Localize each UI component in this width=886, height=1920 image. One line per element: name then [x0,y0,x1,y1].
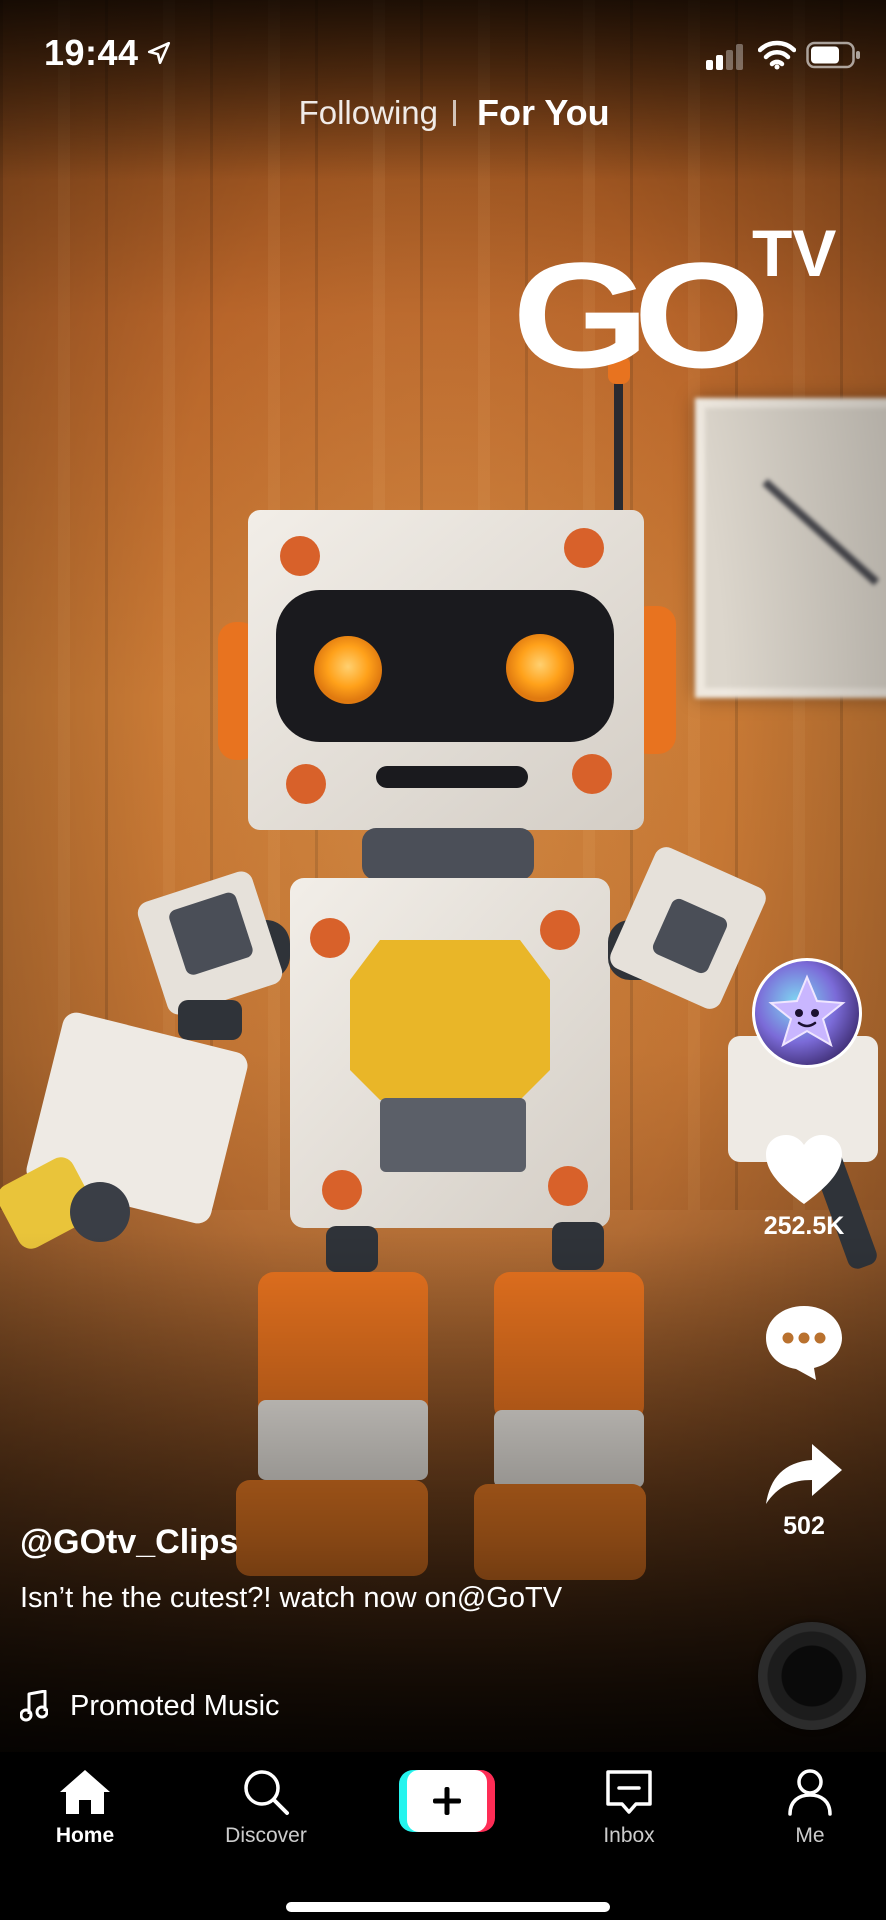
share-button[interactable]: 502 [752,1442,856,1541]
share-arrow-icon [766,1444,842,1504]
tiktok-feed-screen: GO TV 19:44 Following For You 252.5K 502… [0,0,886,1920]
battery-icon [806,41,860,69]
share-count: 502 [783,1512,825,1540]
plus-icon [433,1787,461,1815]
heart-icon [766,1135,842,1204]
music-disc-button[interactable] [758,1622,866,1730]
tab-for-you[interactable]: For You [477,92,610,134]
creator-avatar[interactable] [752,958,862,1068]
comment-button[interactable] [752,1304,856,1380]
tab-divider [453,100,456,126]
creator-username[interactable]: @GOtv_Clips [20,1520,640,1564]
video-description: Isn’t he the cutest?! watch now on@GoTV [20,1582,563,1614]
cellular-signal-icon [706,44,743,70]
gotv-logo-watermark: GO TV [512,216,837,399]
tab-following[interactable]: Following [299,94,438,132]
music-note-icon [20,1690,48,1722]
nav-discover[interactable]: Discover [196,1768,336,1848]
bottom-nav: Home Discover Inbox Me [0,1752,886,1920]
comment-bubble-icon [766,1306,842,1380]
location-arrow-icon [147,41,171,65]
wifi-icon [758,40,796,70]
like-button[interactable]: 252.5K [752,1134,856,1241]
status-bar: 19:44 [0,0,886,100]
feed-tabs: Following For You [0,90,886,140]
nav-inbox[interactable]: Inbox [559,1768,699,1848]
music-title: Promoted Music [70,1690,280,1722]
home-icon [60,1770,110,1814]
search-icon [244,1770,289,1815]
create-button[interactable] [399,1770,495,1832]
video-caption: @GOtv_Clips Isn’t he the cutest?! watch … [20,1520,640,1620]
status-time: 19:44 [44,32,139,73]
star-mascot-icon [768,974,846,1048]
music-label[interactable]: Promoted Music [20,1686,280,1726]
nav-me[interactable]: Me [740,1768,880,1848]
profile-icon [788,1769,832,1816]
like-count: 252.5K [763,1212,845,1240]
home-indicator[interactable] [286,1902,610,1912]
inbox-message-icon [606,1770,652,1814]
nav-home[interactable]: Home [15,1768,155,1848]
